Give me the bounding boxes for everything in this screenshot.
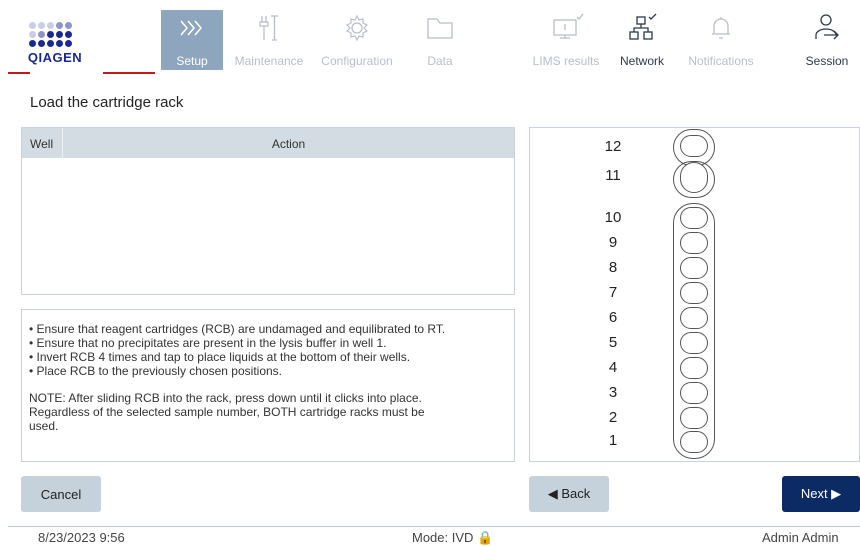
nav-network-label: Network: [619, 54, 664, 68]
rack-slot-9[interactable]: [680, 232, 708, 254]
rack-position-label: 4: [608, 359, 618, 376]
rack-position-label: 10: [604, 209, 622, 226]
nav-setup-label: Setup: [176, 54, 208, 68]
back-button[interactable]: ◀ Back: [529, 476, 609, 512]
well-action-table: Well Action: [21, 127, 515, 295]
chevrons-right-icon: [161, 10, 223, 46]
rack-slot-7[interactable]: [680, 282, 708, 304]
user-logout-icon: [798, 10, 856, 46]
rack-position-label: 3: [608, 384, 618, 401]
rack-slot-12[interactable]: [680, 135, 708, 157]
top-navigation-bar: QIAGEN Setup Maintenance Configuration D…: [0, 0, 860, 76]
nav-session-label: Session: [805, 54, 849, 68]
rack-position-label: 2: [608, 409, 618, 426]
logo-accent-line-right: [103, 72, 155, 74]
note-line: Regardless of the selected sample number…: [29, 405, 425, 419]
rack-slot-2[interactable]: [680, 407, 708, 429]
wrench-screwdriver-icon: [228, 10, 310, 46]
rack-position-label: 6: [608, 309, 618, 326]
bell-icon: [678, 10, 764, 46]
rack-position-label: 11: [605, 167, 621, 184]
gear-icon: [314, 10, 400, 46]
nav-network[interactable]: Network: [612, 10, 672, 70]
qiagen-logo: QIAGEN: [26, 22, 84, 72]
monitor-check-icon: [526, 10, 606, 46]
nav-configuration-label: Configuration: [321, 54, 393, 68]
nav-data-label: Data: [427, 54, 453, 68]
table-header: Well Action: [22, 128, 514, 158]
rack-position-label: 5: [608, 334, 618, 351]
nav-data[interactable]: Data: [412, 10, 468, 70]
rack-position-label: 12: [604, 138, 622, 155]
nav-lims-label: LIMS results: [532, 54, 600, 68]
note-line: used.: [29, 419, 59, 433]
column-header-action: Action: [271, 137, 306, 151]
nav-lims-results[interactable]: LIMS results: [526, 10, 606, 70]
network-check-icon: [612, 10, 672, 46]
logo-wordmark: QIAGEN: [27, 50, 83, 65]
instruction-line: • Invert RCB 4 times and tap to place li…: [29, 350, 411, 364]
rack-slot-3[interactable]: [680, 382, 708, 404]
rack-slot-5[interactable]: [680, 332, 708, 354]
note-line: NOTE: After sliding RCB into the rack, p…: [29, 391, 422, 405]
column-header-well: Well: [30, 137, 54, 151]
logo-accent-line-left: [8, 72, 30, 74]
rack-slot-6[interactable]: [680, 307, 708, 329]
instruction-line: • Ensure that reagent cartridges (RCB) a…: [29, 322, 446, 336]
next-button[interactable]: Next ▶: [782, 476, 860, 512]
nav-maintenance[interactable]: Maintenance: [228, 10, 310, 70]
nav-maintenance-label: Maintenance: [234, 54, 304, 68]
rack-slot-11[interactable]: [680, 162, 708, 193]
cancel-button[interactable]: Cancel: [21, 476, 101, 512]
nav-setup[interactable]: Setup: [161, 10, 223, 70]
folder-icon: [412, 10, 468, 46]
instruction-line: • Place RCB to the previously chosen pos…: [29, 364, 282, 378]
rack-slot-1[interactable]: [680, 431, 708, 453]
nav-session[interactable]: Session: [798, 10, 856, 70]
rack-position-label: 1: [608, 432, 618, 449]
instructions-panel: • Ensure that reagent cartridges (RCB) a…: [21, 309, 515, 462]
nav-notifications-label: Notifications: [688, 54, 754, 68]
nav-configuration[interactable]: Configuration: [314, 10, 400, 70]
rack-slot-8[interactable]: [680, 257, 708, 279]
footer-mode: Mode: IVD 🔒: [412, 530, 494, 545]
rack-slot-4[interactable]: [680, 357, 708, 379]
page-title: Load the cartridge rack: [30, 94, 184, 111]
logo-dots: [29, 22, 84, 47]
nav-notifications[interactable]: Notifications: [678, 10, 764, 70]
instruction-line: • Ensure that no precipitates are presen…: [29, 336, 387, 350]
rack-slot-10[interactable]: [680, 207, 708, 229]
rack-position-label: 8: [608, 259, 618, 276]
rack-position-label: 9: [608, 234, 618, 251]
instructions-text: • Ensure that reagent cartridges (RCB) a…: [29, 322, 506, 433]
footer-divider: [8, 526, 860, 527]
rack-position-label: 7: [608, 284, 618, 301]
